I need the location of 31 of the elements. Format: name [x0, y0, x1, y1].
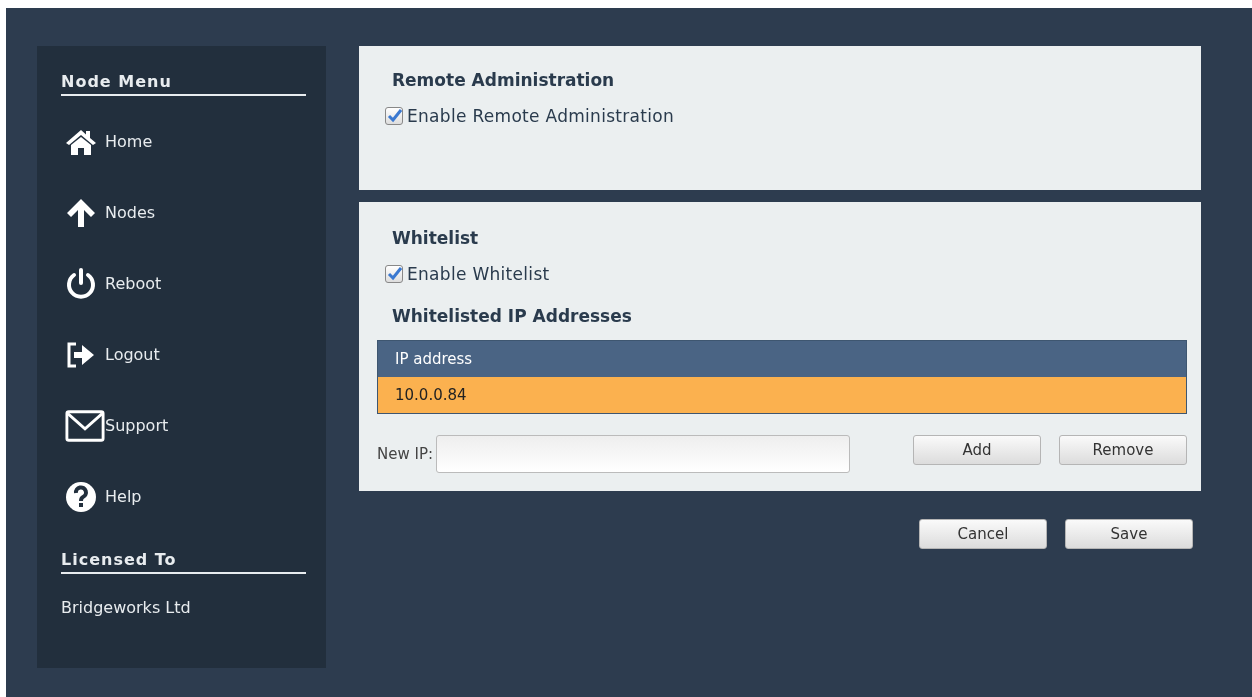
sidebar-item[interactable]: Help — [61, 461, 306, 532]
table-cell: 10.0.0.84 — [395, 386, 467, 404]
section-heading: Remote Administration — [392, 70, 616, 90]
licensee-name: Bridgeworks Ltd — [61, 598, 192, 617]
checkbox-label[interactable]: Enable Remote Administration — [407, 106, 675, 126]
sidebar-item-label[interactable]: Nodes — [105, 203, 156, 222]
sidebar-item[interactable]: Nodes — [61, 177, 306, 248]
sidebar-item-label[interactable]: Home — [105, 132, 153, 151]
section-heading: Whitelist — [392, 228, 480, 248]
button[interactable]: Add — [913, 435, 1041, 465]
sidebar-item[interactable]: Logout — [61, 319, 306, 390]
sidebar-item[interactable]: Reboot — [61, 248, 306, 319]
sidebar-item-label[interactable]: Support — [105, 416, 169, 435]
sidebar-heading: Node Menu — [61, 72, 306, 96]
table-row[interactable]: 10.0.0.84 — [378, 377, 1186, 413]
button[interactable]: Save — [1065, 519, 1193, 549]
input-field[interactable] — [436, 435, 850, 473]
sidebar-item-label[interactable]: Logout — [105, 345, 160, 364]
sidebar-heading: Licensed To — [61, 550, 306, 574]
checkbox[interactable] — [385, 265, 403, 283]
section-heading: Whitelisted IP Addresses — [392, 306, 633, 326]
sidebar-item[interactable]: Support — [61, 390, 306, 461]
button[interactable]: Cancel — [919, 519, 1047, 549]
field-label: New IP: — [377, 445, 433, 463]
sidebar-item-label[interactable]: Help — [105, 487, 142, 506]
sidebar-item[interactable]: Home — [61, 106, 306, 177]
checkbox[interactable] — [385, 107, 403, 125]
checkbox-label[interactable]: Enable Whitelist — [407, 264, 550, 284]
sidebar-item-label[interactable]: Reboot — [105, 274, 162, 293]
column-header: IP address — [395, 350, 474, 368]
button[interactable]: Remove — [1059, 435, 1187, 465]
